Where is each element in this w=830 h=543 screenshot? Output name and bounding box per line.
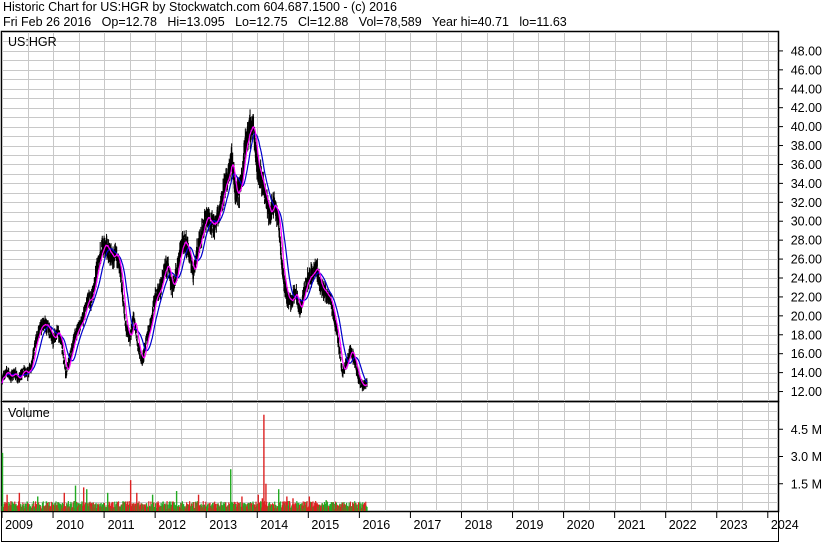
x-tick-label: 2021 (618, 518, 646, 532)
price-tick-label: 18.00 (791, 328, 822, 342)
x-tick-label: 2013 (209, 518, 237, 532)
price-tick-label: 40.00 (791, 120, 822, 134)
price-tick-label: 34.00 (791, 177, 822, 191)
price-tick-label: 16.00 (791, 347, 822, 361)
x-tick-label: 2014 (260, 518, 288, 532)
x-tick-label: 2017 (414, 518, 442, 532)
price-tick-label: 20.00 (791, 309, 822, 323)
price-panel-label: US:HGR (8, 35, 57, 49)
price-tick-label: 44.00 (791, 82, 822, 96)
moving-average-long (1, 133, 368, 384)
x-tick-label: 2023 (720, 518, 748, 532)
volume-panel-label: Volume (8, 406, 50, 420)
price-tick-label: 30.00 (791, 215, 822, 229)
price-tick-label: 42.00 (791, 101, 822, 115)
x-tick-label: 2016 (362, 518, 390, 532)
price-tick-label: 12.00 (791, 385, 822, 399)
x-tick-label: 2020 (567, 518, 595, 532)
x-axis: 2009 2010 2011 2012 2013 2014 2015 2016 2017 2018… (1, 512, 799, 532)
volume-tick-label: 1.5 M (791, 477, 822, 491)
stock-chart: 48.00 46.00 44.00 42.00 40.00 38.00 36.00 34.00… (0, 30, 822, 542)
x-tick-label: 2018 (465, 518, 493, 532)
x-tick-label: 2019 (516, 518, 544, 532)
price-tick-label: 26.00 (791, 253, 822, 267)
price-tick-label: 48.00 (791, 44, 822, 58)
price-tick-label: 22.00 (791, 290, 822, 304)
price-tick-label: 14.00 (791, 366, 822, 380)
volume-tick-label: 3.0 M (791, 450, 822, 464)
x-tick-label: 2024 (771, 518, 799, 532)
price-tick-label: 28.00 (791, 234, 822, 248)
price-tick-label: 24.00 (791, 272, 822, 286)
x-tick-label: 2010 (56, 518, 84, 532)
price-tick-label: 38.00 (791, 139, 822, 153)
price-axis: 48.00 46.00 44.00 42.00 40.00 38.00 36.00 34.00… (778, 44, 822, 399)
x-tick-label: 2011 (108, 518, 135, 532)
price-tick-label: 32.00 (791, 196, 822, 210)
price-panel-frame (0, 30, 780, 403)
x-tick-label: 2015 (311, 518, 339, 532)
x-tick-label: 2022 (669, 518, 697, 532)
volume-tick-label: 4.5 M (791, 423, 822, 437)
volume-axis: 4.5 M 3.0 M 1.5 M (778, 423, 822, 491)
x-tick-label: 2009 (5, 518, 33, 532)
grid-lines (2, 32, 778, 511)
price-tick-label: 46.00 (791, 63, 822, 77)
x-tick-label: 2012 (158, 518, 186, 532)
volume-panel-frame (0, 400, 780, 513)
price-tick-label: 36.00 (791, 158, 822, 172)
